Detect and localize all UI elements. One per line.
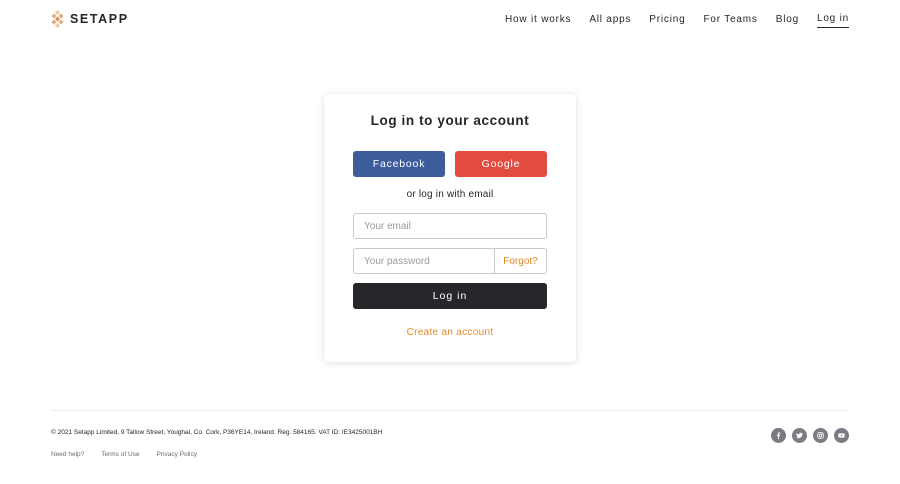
need-help-link[interactable]: Need help? bbox=[51, 451, 84, 458]
logo[interactable]: SETAPP bbox=[51, 10, 129, 28]
site-header: SETAPP How it works All apps Pricing For… bbox=[0, 0, 900, 40]
email-field[interactable] bbox=[354, 214, 544, 238]
privacy-policy-link[interactable]: Privacy Policy bbox=[157, 451, 197, 458]
copyright-text: © 2021 Setapp Limited, 9 Tallow Street, … bbox=[51, 429, 383, 436]
footer-divider bbox=[51, 410, 849, 411]
terms-of-use-link[interactable]: Terms of Use bbox=[101, 451, 139, 458]
main-nav: How it works All apps Pricing For Teams … bbox=[487, 13, 849, 28]
password-field-wrapper: Forgot? bbox=[353, 248, 547, 274]
brand-name: SETAPP bbox=[70, 12, 129, 26]
nav-blog[interactable]: Blog bbox=[776, 14, 799, 28]
nav-how-it-works[interactable]: How it works bbox=[505, 14, 571, 28]
instagram-icon[interactable] bbox=[813, 428, 828, 443]
facebook-icon[interactable] bbox=[771, 428, 786, 443]
password-field[interactable] bbox=[354, 249, 494, 273]
facebook-login-button[interactable]: Facebook bbox=[353, 151, 445, 177]
email-field-wrapper bbox=[353, 213, 547, 239]
footer-links: Need help? Terms of Use Privacy Policy bbox=[51, 451, 214, 458]
google-login-button[interactable]: Google bbox=[455, 151, 547, 177]
nav-pricing[interactable]: Pricing bbox=[649, 14, 685, 28]
login-button[interactable]: Log in bbox=[353, 283, 547, 309]
login-card: Log in to your account Facebook Google o… bbox=[324, 94, 576, 362]
social-links bbox=[765, 428, 849, 443]
page-title: Log in to your account bbox=[370, 113, 530, 128]
setapp-logo-icon bbox=[51, 10, 64, 28]
nav-for-teams[interactable]: For Teams bbox=[703, 14, 757, 28]
youtube-icon[interactable] bbox=[834, 428, 849, 443]
nav-log-in[interactable]: Log in bbox=[816, 13, 849, 28]
twitter-icon[interactable] bbox=[792, 428, 807, 443]
create-account-link[interactable]: Create an account bbox=[324, 327, 576, 338]
email-divider-text: or log in with email bbox=[406, 189, 494, 200]
forgot-password-link[interactable]: Forgot? bbox=[494, 249, 546, 273]
nav-all-apps[interactable]: All apps bbox=[589, 14, 631, 28]
